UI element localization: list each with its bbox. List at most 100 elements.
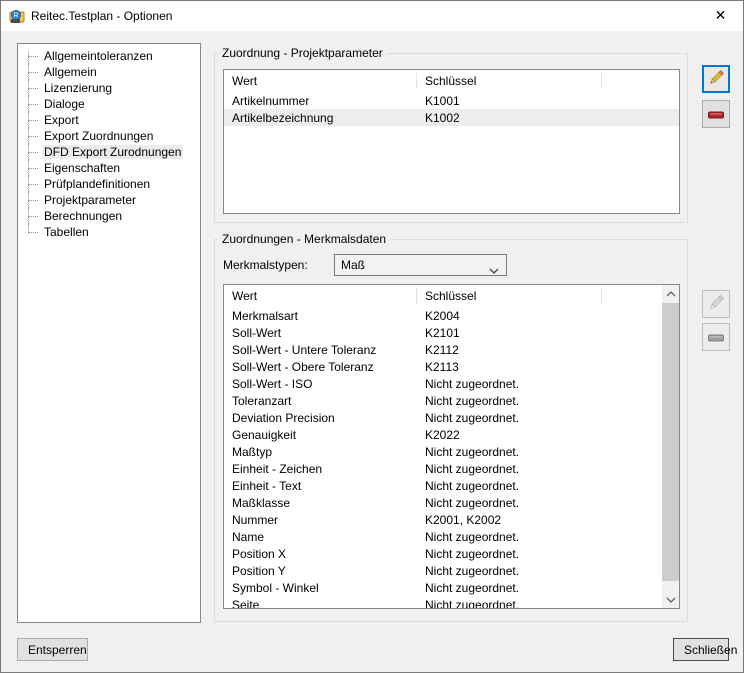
cell-wert: Merkmalsart: [224, 309, 417, 323]
cell-schluessel: Nicht zugeordnet.: [417, 411, 602, 425]
cell-schluessel: K2113: [417, 360, 602, 374]
sidebar-item[interactable]: Lizenzierung: [18, 80, 200, 96]
titlebar: R Reitec.Testplan - Optionen ✕: [1, 1, 743, 31]
sidebar-item[interactable]: Eigenschaften: [18, 160, 200, 176]
window-title: Reitec.Testplan - Optionen: [31, 9, 172, 23]
sidebar-item[interactable]: Prüfplandefinitionen: [18, 176, 200, 192]
column-header-wert[interactable]: Wert: [224, 73, 417, 89]
table-row[interactable]: Maßtyp Nicht zugeordnet.: [224, 443, 664, 460]
table-row[interactable]: Seite Nicht zugeordnet.: [224, 596, 664, 609]
sidebar-item-label: Tabellen: [42, 225, 91, 239]
cell-wert: Symbol - Winkel: [224, 581, 417, 595]
settings-tree-list: Allgemeintoleranzen Allgemein Lizenzieru…: [18, 48, 200, 240]
pencil-icon: [707, 294, 725, 315]
cell-schluessel: Nicht zugeordnet.: [417, 394, 602, 408]
cell-schluessel: Nicht zugeordnet.: [417, 581, 602, 595]
sidebar-item[interactable]: Dialoge: [18, 96, 200, 112]
table-row[interactable]: Artikelbezeichnung K1002: [224, 109, 679, 126]
table-row[interactable]: Einheit - Zeichen Nicht zugeordnet.: [224, 460, 664, 477]
cell-wert: Artikelbezeichnung: [224, 111, 417, 125]
edit-merkmal-button[interactable]: [702, 290, 730, 318]
table-row[interactable]: Soll-Wert - ISO Nicht zugeordnet.: [224, 375, 664, 392]
column-header-schluessel[interactable]: Schlüssel: [417, 288, 602, 304]
sidebar-item-label: Lizenzierung: [42, 81, 114, 95]
cell-wert: Position X: [224, 547, 417, 561]
scrollbar-thumb[interactable]: [662, 303, 679, 581]
cell-schluessel: K2001, K2002: [417, 513, 602, 527]
table-row[interactable]: Nummer K2001, K2002: [224, 511, 664, 528]
sidebar-item[interactable]: Export Zuordnungen: [18, 128, 200, 144]
options-dialog: R Reitec.Testplan - Optionen ✕ Allgemein…: [0, 0, 744, 673]
sidebar-item-label: Export Zuordnungen: [42, 129, 155, 143]
cell-wert: Nummer: [224, 513, 417, 527]
cell-schluessel: Nicht zugeordnet.: [417, 479, 602, 493]
table-row[interactable]: Einheit - Text Nicht zugeordnet.: [224, 477, 664, 494]
cell-wert: Maßtyp: [224, 445, 417, 459]
cell-schluessel: Nicht zugeordnet.: [417, 445, 602, 459]
table-row[interactable]: Soll-Wert - Untere Toleranz K2112: [224, 341, 664, 358]
sidebar-item-label: Berechnungen: [42, 209, 124, 223]
cell-schluessel: K2101: [417, 326, 602, 340]
table-row[interactable]: Maßklasse Nicht zugeordnet.: [224, 494, 664, 511]
sidebar-item-label: Eigenschaften: [42, 161, 122, 175]
cell-wert: Deviation Precision: [224, 411, 417, 425]
cell-wert: Einheit - Zeichen: [224, 462, 417, 476]
table-row[interactable]: Merkmalsart K2004: [224, 307, 664, 324]
cell-schluessel: K2112: [417, 343, 602, 357]
table-row[interactable]: Soll-Wert K2101: [224, 324, 664, 341]
table-header: Wert Schlüssel: [224, 285, 679, 307]
sidebar-item-label: DFD Export Zurodnungen: [42, 145, 183, 159]
sidebar-item[interactable]: DFD Export Zurodnungen: [18, 144, 200, 160]
close-dialog-button[interactable]: Schließen: [673, 638, 729, 661]
cell-wert: Position Y: [224, 564, 417, 578]
cell-schluessel: K2022: [417, 428, 602, 442]
merkmalstypen-value: Maß: [341, 258, 365, 272]
table-row[interactable]: Deviation Precision Nicht zugeordnet.: [224, 409, 664, 426]
edit-project-param-button[interactable]: [702, 65, 730, 93]
svg-text:R: R: [13, 13, 18, 20]
merkmalsdaten-group-title: Zuordnungen - Merkmalsdaten: [218, 232, 390, 246]
column-header-schluessel[interactable]: Schlüssel: [417, 73, 602, 89]
table-row[interactable]: Position X Nicht zugeordnet.: [224, 545, 664, 562]
chevron-down-icon: [489, 263, 499, 277]
remove-merkmal-button[interactable]: [702, 323, 730, 351]
remove-project-param-button[interactable]: [702, 100, 730, 128]
table-row[interactable]: Soll-Wert - Obere Toleranz K2113: [224, 358, 664, 375]
cell-wert: Soll-Wert - Untere Toleranz: [224, 343, 417, 357]
cell-schluessel: Nicht zugeordnet.: [417, 564, 602, 578]
sidebar-item[interactable]: Tabellen: [18, 224, 200, 240]
table-header: Wert Schlüssel: [224, 70, 679, 92]
table-row[interactable]: Name Nicht zugeordnet.: [224, 528, 664, 545]
cell-schluessel: Nicht zugeordnet.: [417, 547, 602, 561]
vertical-scrollbar[interactable]: [662, 285, 679, 608]
minus-icon: [708, 330, 724, 345]
merkmalstypen-label: Merkmalstypen:: [223, 258, 308, 272]
cell-schluessel: K1001: [417, 94, 602, 108]
table-row[interactable]: Position Y Nicht zugeordnet.: [224, 562, 664, 579]
sidebar-item[interactable]: Projektparameter: [18, 192, 200, 208]
close-icon[interactable]: ✕: [698, 1, 743, 30]
table-row[interactable]: Toleranzart Nicht zugeordnet.: [224, 392, 664, 409]
sidebar-item[interactable]: Berechnungen: [18, 208, 200, 224]
scroll-down-icon[interactable]: [662, 591, 679, 608]
sidebar-item-label: Dialoge: [42, 97, 87, 111]
merkmalsdaten-table[interactable]: Wert Schlüssel Merkmalsart K2004 Soll-We…: [223, 284, 680, 609]
scroll-up-icon[interactable]: [662, 285, 679, 302]
sidebar-item[interactable]: Export: [18, 112, 200, 128]
sidebar-item[interactable]: Allgemeintoleranzen: [18, 48, 200, 64]
table-row[interactable]: Genauigkeit K2022: [224, 426, 664, 443]
merkmalstypen-select[interactable]: Maß: [334, 254, 507, 276]
table-rows: Merkmalsart K2004 Soll-Wert K2101 Soll-W…: [224, 307, 664, 609]
project-params-table[interactable]: Wert Schlüssel Artikelnummer K1001 Artik…: [223, 69, 680, 214]
sidebar-item[interactable]: Allgemein: [18, 64, 200, 80]
table-row[interactable]: Symbol - Winkel Nicht zugeordnet.: [224, 579, 664, 596]
project-params-group-title: Zuordnung - Projektparameter: [218, 46, 387, 60]
cell-schluessel: Nicht zugeordnet.: [417, 598, 602, 610]
cell-schluessel: Nicht zugeordnet.: [417, 530, 602, 544]
app-icon: R: [9, 8, 25, 24]
table-row[interactable]: Artikelnummer K1001: [224, 92, 679, 109]
cell-wert: Seite: [224, 598, 417, 610]
column-header-wert[interactable]: Wert: [224, 288, 417, 304]
cell-wert: Soll-Wert - Obere Toleranz: [224, 360, 417, 374]
unlock-button[interactable]: Entsperren: [17, 638, 88, 661]
